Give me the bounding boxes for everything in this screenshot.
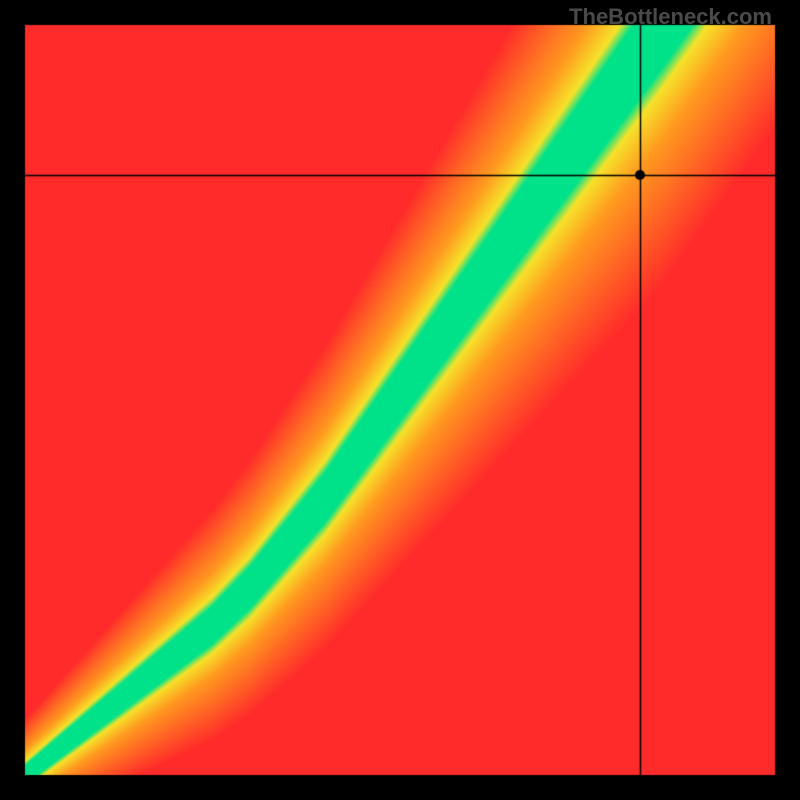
bottleneck-heatmap [0,0,800,800]
chart-container: TheBottleneck.com [0,0,800,800]
watermark-text: TheBottleneck.com [569,4,772,30]
